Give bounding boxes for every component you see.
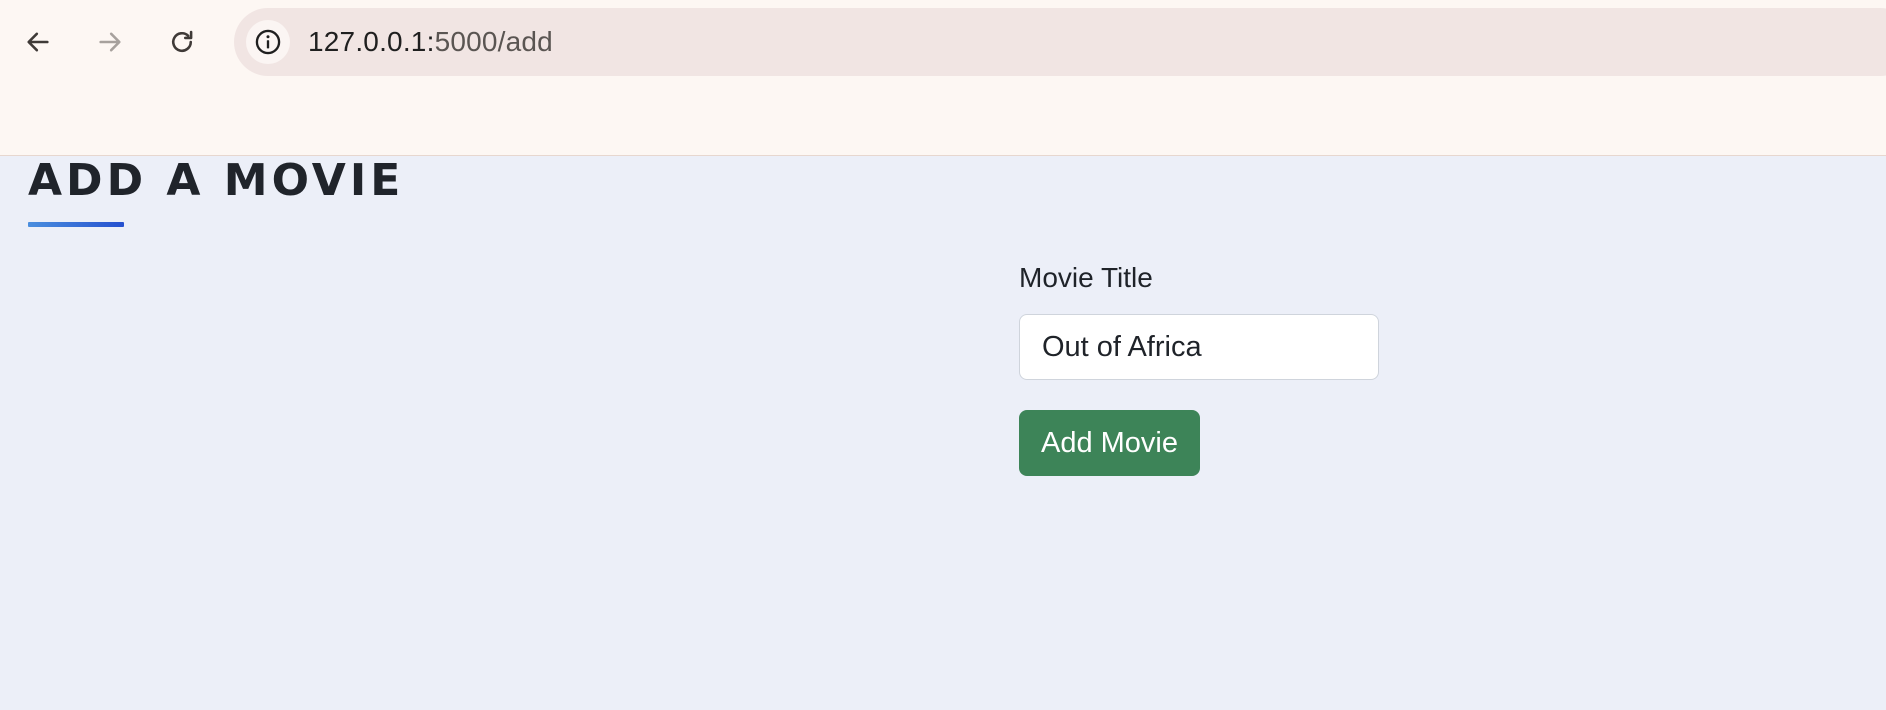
url-path: 5000/add: [434, 26, 553, 57]
arrow-left-icon: [27, 32, 49, 52]
arrow-right-icon: [99, 32, 121, 52]
movie-title-label: Movie Title: [1019, 262, 1153, 293]
reload-button[interactable]: [160, 20, 204, 64]
page-title: ADD A MOVIE: [28, 155, 405, 206]
address-bar[interactable]: 127.0.0.1:5000/add: [234, 8, 1886, 76]
info-icon: [255, 29, 281, 55]
heading-underline: [28, 222, 124, 227]
back-button[interactable]: [16, 20, 60, 64]
site-info-button[interactable]: [246, 20, 290, 64]
forward-button[interactable]: [88, 20, 132, 64]
movie-title-input[interactable]: [1019, 314, 1379, 380]
reload-icon: [172, 30, 193, 53]
browser-toolbar: 127.0.0.1:5000/add: [0, 0, 1886, 156]
url-text[interactable]: 127.0.0.1:5000/add: [308, 8, 553, 76]
url-host: 127.0.0.1:: [308, 26, 435, 57]
add-movie-button[interactable]: Add Movie: [1019, 410, 1200, 476]
